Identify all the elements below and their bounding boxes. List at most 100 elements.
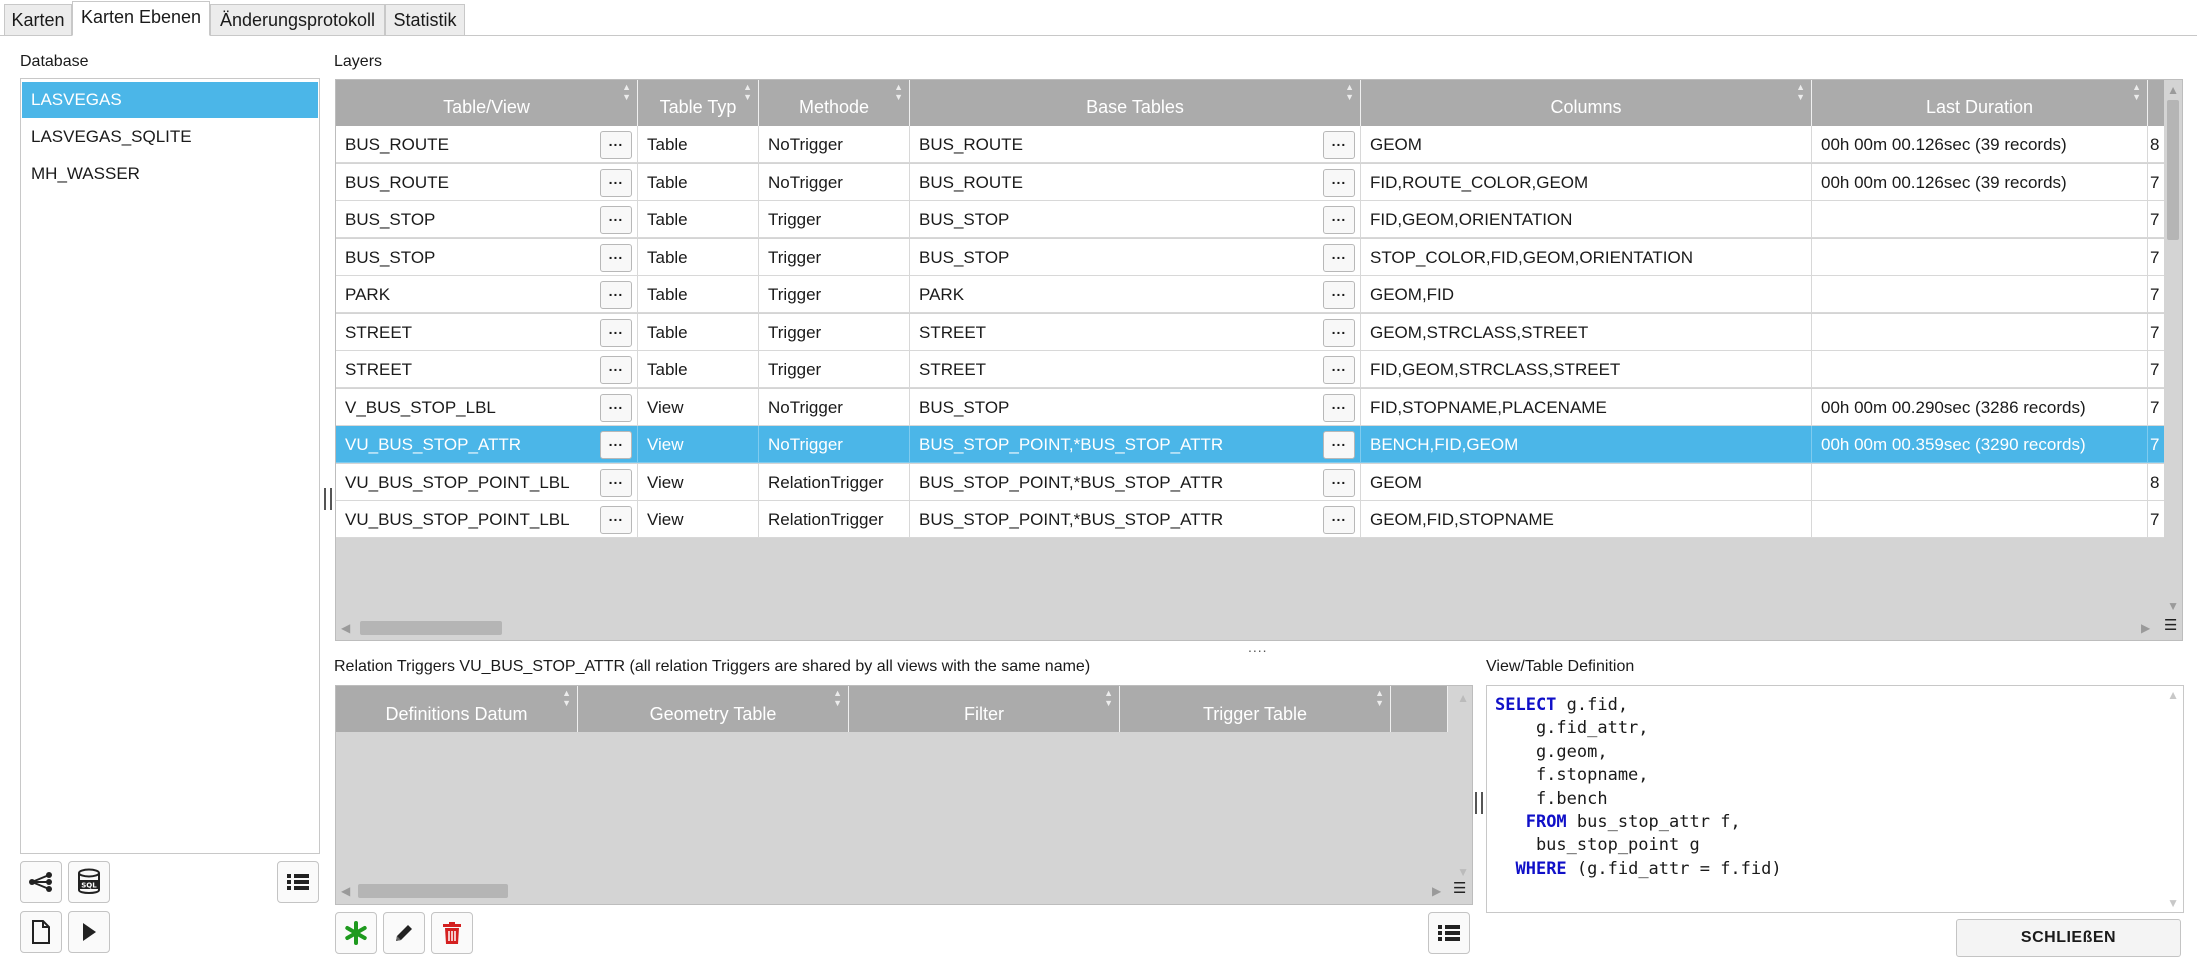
col-header-base-tables[interactable]: Base Tables ▲ ▼ (910, 80, 1361, 126)
edit-table-button[interactable]: ... (600, 393, 632, 422)
table-row[interactable]: BUS_STOP... Table Trigger BUS_STOP... STOP_C… (336, 238, 2166, 276)
edit-base-tables-button[interactable]: ... (1323, 356, 1355, 384)
table-row[interactable]: STREET... Table Trigger STREET... FID,GEOM,S… (336, 351, 2166, 388)
scroll-down-icon[interactable]: ▼ (1457, 866, 1469, 878)
definition-sql-editor[interactable]: SELECT g.fid, g.fid_attr, g.geom, f.stop… (1486, 685, 2184, 913)
edit-base-tables-button[interactable]: ... (1323, 468, 1355, 497)
edit-base-tables-button[interactable]: ... (1323, 506, 1355, 534)
scroll-down-icon[interactable]: ▼ (2167, 600, 2179, 612)
scroll-right-icon[interactable]: ▶ (2141, 622, 2150, 634)
tab-karten-ebenen[interactable]: Karten Ebenen (72, 1, 210, 36)
scroll-left-icon[interactable]: ◀ (341, 885, 350, 897)
scroll-down-icon[interactable]: ▼ (2167, 897, 2179, 909)
new-document-button[interactable] (20, 911, 62, 953)
edit-table-button[interactable]: ... (600, 318, 632, 347)
vertical-splitter-handle[interactable] (324, 488, 332, 510)
table-row[interactable]: VU_BUS_STOP_ATTR... View NoTrigger BUS_STOP… (336, 426, 2166, 463)
add-trigger-button[interactable] (335, 912, 377, 954)
column-chooser-icon[interactable]: ☰ (2164, 618, 2177, 633)
cell-text: BUS_ROUTE (919, 135, 1023, 154)
table-row[interactable]: PARK... Table Trigger PARK... GEOM,FID 7 (336, 276, 2166, 313)
edit-table-button[interactable]: ... (600, 431, 632, 459)
col-header-geometry-table[interactable]: Geometry Table ▲ ▼ (578, 686, 849, 732)
database-list-view-button[interactable] (277, 861, 319, 903)
sort-icon: ▲ ▼ (894, 82, 903, 102)
layers-horizontal-scroll-thumb[interactable] (360, 621, 502, 635)
scroll-thumb[interactable] (2167, 100, 2179, 240)
edit-base-tables-button[interactable]: ... (1323, 281, 1355, 309)
layers-vertical-scrollbar[interactable] (2164, 80, 2182, 620)
edit-base-tables-button[interactable]: ... (1323, 243, 1355, 272)
cell-duration (1812, 238, 2148, 276)
delete-trigger-button[interactable] (431, 912, 473, 954)
definition-splitter-handle[interactable] (1475, 792, 1483, 814)
sql-database-button[interactable]: SQL (68, 861, 110, 903)
scroll-up-icon[interactable]: ▲ (1457, 692, 1469, 704)
table-row[interactable]: VU_BUS_STOP_POINT_LBL... View RelationTrig… (336, 463, 2166, 501)
cell-text: RelationTrigger (768, 472, 884, 492)
relation-vertical-scrollbar[interactable] (1454, 686, 1472, 886)
edit-table-button[interactable]: ... (600, 506, 632, 534)
list-icon (1438, 925, 1460, 941)
cell-text: PARK (919, 285, 965, 304)
relation-list-view-button[interactable] (1428, 912, 1470, 954)
tab-karten[interactable]: Karten (4, 4, 72, 36)
table-row[interactable]: BUS_STOP... Table Trigger BUS_STOP... FID,GE… (336, 201, 2166, 238)
cell-text: 7 (2150, 285, 2160, 304)
database-list[interactable]: LASVEGAS LASVEGAS_SQLITE MH_WASSER (20, 78, 320, 854)
horizontal-splitter-handle[interactable]: .... (1248, 640, 1268, 654)
edit-base-tables-button[interactable]: ... (1323, 393, 1355, 422)
cell-typ: View (638, 426, 759, 463)
relation-horizontal-scroll-thumb[interactable] (358, 884, 508, 898)
edit-table-button[interactable]: ... (600, 168, 632, 197)
sql-text: SELECT g.fid, g.fid_attr, g.geom, f.stop… (1495, 694, 1782, 881)
tab-aenderungsprotokoll[interactable]: Änderungsprotokoll (210, 4, 385, 36)
table-row[interactable]: BUS_ROUTE... Table NoTrigger BUS_ROUTE... GE… (336, 126, 2166, 163)
edit-base-tables-button[interactable]: ... (1323, 318, 1355, 347)
col-header-methode[interactable]: Methode ▲ ▼ (759, 80, 910, 126)
col-header-trigger-table[interactable]: Trigger Table ▲ ▼ (1120, 686, 1391, 732)
table-row[interactable]: BUS_ROUTE... Table NoTrigger BUS_ROUTE... FI… (336, 163, 2166, 201)
cell-text: BUS_STOP (345, 247, 436, 267)
cell-methode: NoTrigger (759, 426, 910, 463)
table-row[interactable]: VU_BUS_STOP_POINT_LBL... View RelationTrig… (336, 501, 2166, 538)
cell-text: Trigger (768, 247, 822, 267)
col-header-filter[interactable]: Filter ▲ ▼ (849, 686, 1120, 732)
edit-table-button[interactable]: ... (600, 281, 632, 309)
column-chooser-icon[interactable]: ☰ (1453, 881, 1466, 896)
edit-trigger-button[interactable] (383, 912, 425, 954)
cell-text: View (647, 510, 684, 529)
col-header-last-duration[interactable]: Last Duration ▲ ▼ (1812, 80, 2148, 126)
col-header-definitions-datum[interactable]: Definitions Datum ▲ ▼ (336, 686, 578, 732)
cell-text: BUS_STOP (345, 210, 436, 229)
scroll-up-icon[interactable]: ▲ (2167, 689, 2179, 701)
database-item[interactable]: LASVEGAS_SQLITE (22, 119, 318, 155)
col-header-extra[interactable] (1391, 686, 1448, 732)
tab-statistik[interactable]: Statistik (385, 4, 465, 36)
database-item[interactable]: LASVEGAS (22, 82, 318, 118)
scroll-right-icon[interactable]: ▶ (1432, 885, 1441, 897)
edit-table-button[interactable]: ... (600, 356, 632, 384)
table-row[interactable]: STREET... Table Trigger STREET... GEOM,STRCL… (336, 313, 2166, 351)
table-row[interactable]: V_BUS_STOP_LBL... View NoTrigger BUS_STOP..… (336, 388, 2166, 426)
col-header-table-typ[interactable]: Table Typ ▲ ▼ (638, 80, 759, 126)
sort-icon: ▲ ▼ (2132, 82, 2141, 102)
edit-table-button[interactable]: ... (600, 131, 632, 159)
edit-table-button[interactable]: ... (600, 468, 632, 497)
edit-base-tables-button[interactable]: ... (1323, 431, 1355, 459)
database-item[interactable]: MH_WASSER (22, 156, 318, 192)
cell-typ: Table (638, 238, 759, 276)
scroll-up-icon[interactable]: ▲ (2167, 84, 2179, 96)
connection-tree-button[interactable] (20, 861, 62, 903)
cell-text: VU_BUS_STOP_POINT_LBL (345, 510, 570, 529)
close-button[interactable]: SCHLIEßEN (1956, 919, 2181, 957)
scroll-left-icon[interactable]: ◀ (341, 622, 350, 634)
edit-base-tables-button[interactable]: ... (1323, 168, 1355, 197)
edit-table-button[interactable]: ... (600, 243, 632, 272)
run-button[interactable] (68, 911, 110, 953)
edit-base-tables-button[interactable]: ... (1323, 131, 1355, 159)
col-header-table-view[interactable]: Table/View ▲ ▼ (336, 80, 638, 126)
edit-base-tables-button[interactable]: ... (1323, 206, 1355, 234)
edit-table-button[interactable]: ... (600, 206, 632, 234)
col-header-columns[interactable]: Columns ▲ ▼ (1361, 80, 1812, 126)
